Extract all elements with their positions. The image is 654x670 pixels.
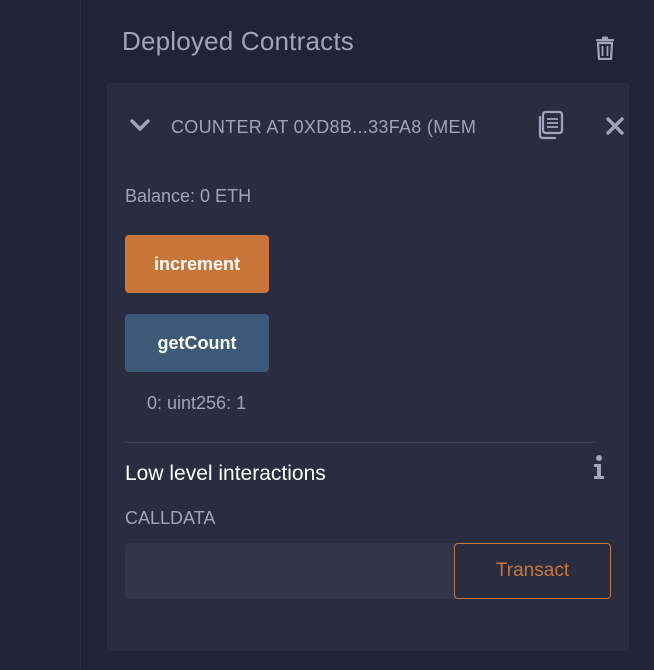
close-icon[interactable]: [604, 115, 626, 137]
increment-button[interactable]: increment: [125, 235, 269, 293]
low-level-interactions-title: Low level interactions: [125, 462, 326, 485]
section-title: Deployed Contracts: [122, 26, 354, 56]
get-count-result: 0: uint256: 1: [147, 393, 247, 413]
contract-balance: Balance: 0 ETH: [125, 186, 252, 206]
copy-icon[interactable]: [536, 110, 564, 140]
transact-button[interactable]: Transact: [454, 543, 611, 599]
get-count-button[interactable]: getCount: [125, 314, 269, 372]
left-side-panel: [0, 0, 81, 670]
info-icon[interactable]: [592, 454, 606, 480]
section-divider: [125, 442, 595, 443]
chevron-down-icon[interactable]: [129, 115, 151, 135]
calldata-label: CALLDATA: [125, 508, 216, 528]
calldata-input[interactable]: [125, 543, 455, 599]
trash-icon[interactable]: [594, 36, 616, 60]
contract-name[interactable]: COUNTER AT 0XD8B...33FA8 (MEM: [171, 117, 501, 138]
contract-card: COUNTER AT 0XD8B...33FA8 (MEM Balance: 0…: [107, 83, 629, 651]
deployed-contracts-panel: Deployed Contracts COUNTER AT 0XD8B...33…: [81, 0, 654, 670]
